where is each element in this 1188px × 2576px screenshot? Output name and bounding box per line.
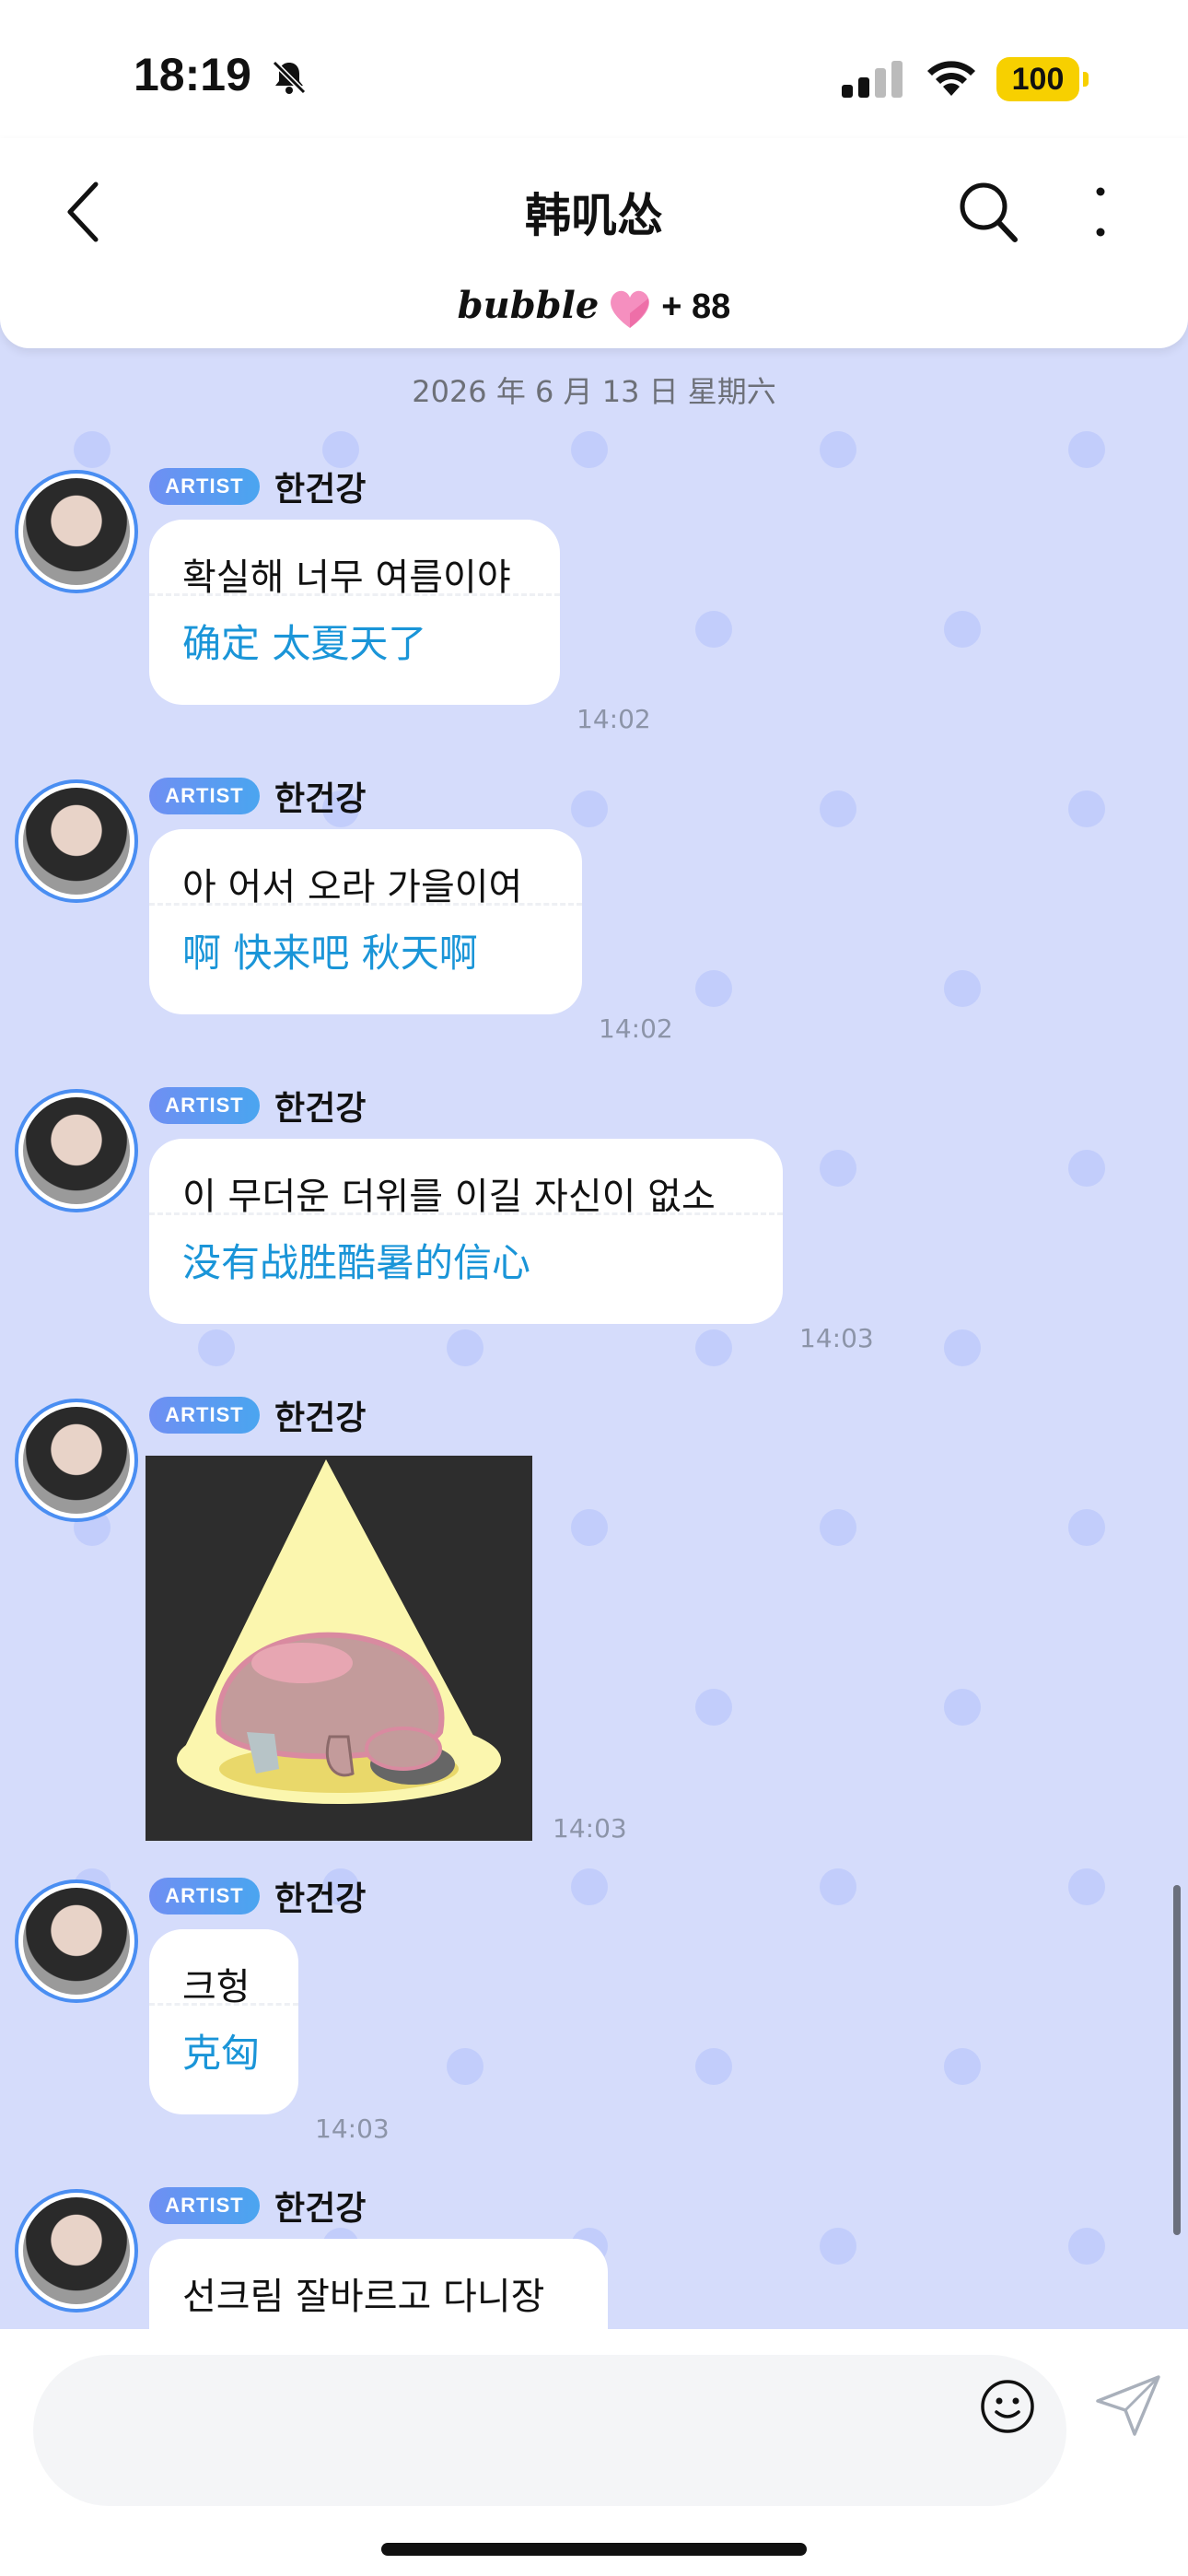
wifi-icon [927,61,975,96]
artist-badge: ARTIST [149,1087,260,1124]
chat-header: 韩叽怂 bubble + 88 [0,138,1188,348]
message-text: 선크림 잘바르고 다니장 [182,2276,545,2318]
message-time: 14:03 [799,1323,874,1353]
message-time: 14:03 [315,2113,390,2144]
emoji-icon[interactable] [980,2379,1035,2434]
translation-text: 克匈 [182,2031,261,2076]
artist-badge: ARTIST [149,1397,260,1434]
date-separator: 2026 年 6 月 13 日 星期六 [412,374,776,409]
artist-badge: ARTIST [149,2187,260,2224]
spotlight-character-sticker[interactable] [146,1456,532,1841]
message-bubble[interactable]: 아 어서 오라 가을이여 啊 快来吧 秋天啊 [149,829,582,1014]
artist-badge: ARTIST [149,1878,260,1914]
search-icon[interactable] [956,177,1020,245]
translation-text: 没有战胜酷暑的信心 [182,1240,531,1285]
sender-name: 한건강 [274,780,367,818]
message-text: 아 어서 오라 가을이여 [182,866,523,908]
sender-name: 한건강 [274,1880,367,1918]
message-text: 이 무더운 더위를 이길 자신이 없소 [182,1176,716,1218]
message-text: 확실해 너무 여름이야 [182,556,511,599]
avatar[interactable] [15,470,138,593]
translation-text: 确定 太夏天了 [182,621,427,666]
message-text: 크헝 [182,1966,250,2008]
message-time: 14:02 [577,704,651,734]
message-time: 14:02 [599,1013,673,1044]
bubble-count: + 88 [661,287,731,326]
send-icon[interactable] [1094,2373,1162,2438]
signal-icon [842,61,903,98]
avatar[interactable] [15,1399,138,1522]
artist-badge: ARTIST [149,778,260,814]
message-bubble[interactable]: 이 무더운 더위를 이길 자신이 없소 没有战胜酷暑的信心 [149,1139,783,1324]
message-bubble[interactable]: 선크림 잘바르고 다니장 [149,2239,608,2329]
battery-indicator: 100 [996,57,1089,101]
bubble-logo: bubble [457,284,600,327]
bubble-subscription-bar[interactable]: bubble + 88 [0,284,1188,330]
more-vertical-icon[interactable] [1087,181,1114,245]
translation-text: 啊 快来吧 秋天啊 [182,931,478,976]
avatar[interactable] [15,779,138,903]
chat-area[interactable]: 2026 年 6 月 13 日 星期六 ARTIST 한건강 확실해 너무 여름… [0,348,1188,2329]
avatar[interactable] [15,2189,138,2313]
sender-name: 한건강 [274,1090,367,1128]
avatar[interactable] [15,1089,138,1212]
message-composer [0,2329,1188,2576]
heart-icon [611,290,650,328]
status-time: 18:19 [134,49,251,100]
artist-badge: ARTIST [149,468,260,505]
sender-name: 한건강 [274,1399,367,1437]
avatar[interactable] [15,1879,138,2003]
scrollbar[interactable] [1173,1885,1181,2235]
bell-slash-icon [272,60,307,95]
message-bubble[interactable]: 확실해 너무 여름이야 确定 太夏天了 [149,520,560,705]
sender-name: 한건강 [274,471,367,509]
message-input[interactable] [33,2355,1066,2506]
status-bar: 18:19 100 [0,0,1188,138]
sender-name: 한건강 [274,2190,367,2228]
message-bubble[interactable]: 크헝 克匈 [149,1929,298,2114]
home-indicator [381,2543,807,2556]
message-time: 14:03 [553,1813,627,1844]
